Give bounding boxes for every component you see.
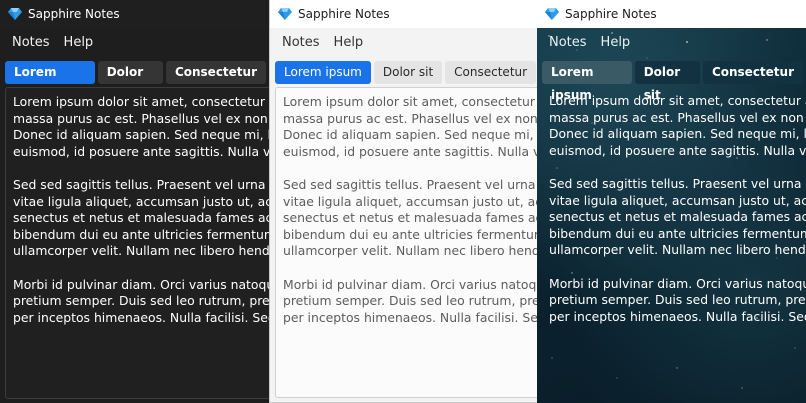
tab-consectetur[interactable]: Consectetur [702, 60, 803, 84]
sapphire-gem-icon [7, 6, 23, 22]
text-line: euismod, id posuere ante sagittis. Nulla… [13, 143, 270, 159]
text-line: Donec id aliquam sapien. Sed neque mi, l… [549, 126, 806, 142]
title-bar[interactable]: Sapphire Notes [0, 0, 269, 28]
text-line: pretium semper. Duis sed leo rutrum, pre… [549, 292, 806, 308]
text-line: ullamcorper velit. Nullam nec libero hen… [549, 242, 806, 258]
menu-notes[interactable]: Notes [543, 28, 593, 58]
window-dark-theme: Sapphire Notes Notes Help Lorem ipsum Do… [0, 0, 270, 403]
window-title: Sapphire Notes [28, 7, 120, 21]
text-line: Morbi id pulvinar diam. Orci varius nato… [13, 276, 269, 292]
note-editor[interactable]: Lorem ipsum dolor sit amet, consectetur … [5, 87, 270, 399]
text-line: senectus et netus et malesuada fames ac … [549, 209, 806, 225]
note-editor[interactable]: Lorem ipsum dolor sit amet, consectetur … [275, 87, 546, 398]
text-line: Donec id aliquam sapien. Sed neque mi, l… [13, 127, 269, 143]
text-line: Morbi id pulvinar diam. Orci varius nato… [549, 275, 806, 291]
text-line: Sed sed sagittis tellus. Praesent vel ur… [13, 176, 269, 192]
tab-lorem-ipsum[interactable]: Lorem ipsum [275, 60, 371, 84]
text-line: massa purus ac est. Phasellus vel ex non… [283, 110, 545, 126]
paragraph: Morbi id pulvinar diam. Orci varius nato… [13, 276, 270, 327]
text-line: Lorem ipsum dolor sit amet, consectetur … [549, 93, 806, 108]
text-line: pretium semper. Duis sed leo rutrum, pre… [13, 293, 270, 309]
text-line: Donec id aliquam sapien. Sed neque mi, l… [283, 127, 545, 143]
paragraph: Morbi id pulvinar diam. Orci varius nato… [549, 276, 806, 326]
note-editor[interactable]: Lorem ipsum dolor sit amet, consectetur … [542, 87, 806, 399]
menu-notes[interactable]: Notes [276, 28, 326, 58]
text-line: euismod, id posuere ante sagittis. Nulla… [549, 142, 806, 158]
text-line: senectus et netus et malesuada fames ac … [13, 210, 269, 226]
paragraph: Sed sed sagittis tellus. Praesent vel ur… [283, 176, 546, 260]
tab-consectetur[interactable]: Consectetur [165, 60, 266, 84]
text-line: per inceptos himenaeos. Nulla facilisi. … [13, 309, 269, 325]
menu-bar: Notes Help [0, 28, 269, 58]
tab-lorem-ipsum[interactable]: Lorem ipsum [5, 60, 95, 102]
text-line: euismod, id posuere ante sagittis. Nulla… [283, 143, 545, 159]
text-line: massa purus ac est. Phasellus vel ex non… [549, 109, 806, 125]
text-line: massa purus ac est. Phasellus vel ex non… [13, 110, 269, 126]
tab-dolor-sit[interactable]: Dolor sit [97, 60, 163, 102]
text-line: Sed sed sagittis tellus. Praesent vel ur… [549, 175, 806, 191]
text-line: ullamcorper velit. Nullam nec libero hen… [283, 243, 546, 259]
menu-bar: Notes Help [537, 28, 806, 58]
window-light-theme: Sapphire Notes Notes Help Lorem ipsum Do… [269, 0, 546, 403]
paragraph: Sed sed sagittis tellus. Praesent vel ur… [549, 176, 806, 259]
paragraph: Morbi id pulvinar diam. Orci varius nato… [283, 276, 546, 327]
tab-strip: Lorem ipsum Dolor sit Consectetur [0, 60, 269, 102]
text-line: per inceptos himenaeos. Nulla facilisi. … [549, 308, 806, 324]
text-line: senectus et netus et malesuada fames ac … [283, 210, 545, 226]
menu-help[interactable]: Help [328, 28, 370, 58]
text-line: ullamcorper velit. Nullam nec libero hen… [13, 243, 270, 259]
tab-dolor-sit[interactable]: Dolor sit [373, 60, 443, 84]
text-line: Lorem ipsum dolor sit amet, consectetur … [13, 94, 269, 109]
paragraph: Lorem ipsum dolor sit amet, consectetur … [549, 93, 806, 159]
paragraph: Lorem ipsum dolor sit amet, consectetur … [13, 94, 270, 160]
text-line: Morbi id pulvinar diam. Orci varius nato… [283, 276, 545, 292]
menu-help[interactable]: Help [58, 28, 100, 58]
title-bar[interactable]: Sapphire Notes [270, 0, 545, 28]
tab-lorem-ipsum[interactable]: Lorem ipsum [542, 60, 632, 102]
window-title: Sapphire Notes [298, 7, 390, 21]
window-starry-theme: Sapphire Notes Notes Help Lorem ipsum Do… [537, 0, 806, 403]
text-line: vitae ligula aliquet, accumsan justo ut,… [13, 193, 269, 209]
text-line: bibendum dui eu ante ultricies fermentum… [283, 226, 546, 242]
text-line: bibendum dui eu ante ultricies fermentum… [549, 225, 806, 241]
text-line: Lorem ipsum dolor sit amet, consectetur … [283, 94, 545, 109]
sapphire-gem-icon [277, 6, 293, 22]
text-line: vitae ligula aliquet, accumsan justo ut,… [283, 193, 545, 209]
window-title: Sapphire Notes [565, 7, 657, 21]
tab-consectetur[interactable]: Consectetur [445, 60, 537, 84]
text-line: Sed sed sagittis tellus. Praesent vel ur… [283, 176, 545, 192]
text-line: bibendum dui eu ante ultricies fermentum… [13, 226, 269, 242]
text-line: vitae ligula aliquet, accumsan justo ut,… [549, 192, 806, 208]
paragraph: Lorem ipsum dolor sit amet, consectetur … [283, 94, 545, 160]
tab-strip: Lorem ipsum Dolor sit Consectetur [270, 60, 545, 84]
tab-dolor-sit[interactable]: Dolor sit [634, 60, 700, 102]
menu-bar: Notes Help [270, 28, 545, 58]
paragraph: Sed sed sagittis tellus. Praesent vel ur… [13, 176, 270, 260]
text-line: pretium semper. Duis sed leo rutrum, pre… [283, 293, 546, 309]
title-bar[interactable]: Sapphire Notes [537, 0, 806, 28]
sapphire-gem-icon [544, 6, 560, 22]
menu-notes[interactable]: Notes [6, 28, 56, 58]
menu-help[interactable]: Help [595, 28, 637, 58]
text-line: per inceptos himenaeos. Nulla facilisi. … [283, 309, 546, 325]
tab-strip: Lorem ipsum Dolor sit Consectetur [537, 60, 806, 102]
